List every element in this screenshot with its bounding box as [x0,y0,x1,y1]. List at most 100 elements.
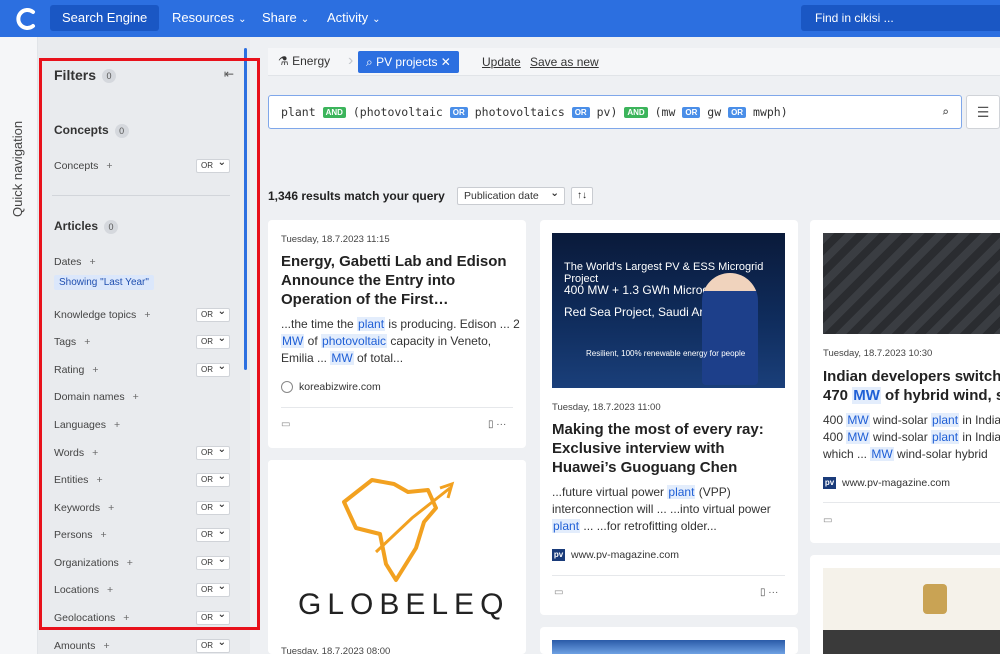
card-snippet: ...the time the plant is producing. Edis… [281,316,521,367]
result-card[interactable]: GLOBELEQ Tuesday, 18.7.2023 08:00 [268,460,526,654]
snippet-text: wind-solar [869,430,932,444]
quick-navigation-panel[interactable]: Quick navigation [0,37,38,654]
query-settings-button[interactable]: ☰ [966,95,1000,129]
divider [823,502,1000,503]
speaker-figure [702,273,758,385]
calendar-icon[interactable]: ▭ [823,515,832,526]
card-image[interactable] [823,568,1000,654]
card-source[interactable]: pv www.pv-magazine.com [823,477,950,490]
quick-navigation-label[interactable]: Quick navigation [10,121,25,217]
card-actions-icon[interactable]: ▯ ··· [488,419,506,430]
title-highlight: MW [852,387,881,404]
snippet-text: ...the time the [281,317,358,331]
query-term: pv) [596,105,618,119]
title-text: of hybrid wind, solar [885,387,1000,404]
app-logo-icon[interactable] [14,6,40,32]
nav-resources-menu[interactable]: Resources ⌄ [172,5,247,31]
operator-and: AND [322,106,346,118]
top-bar: Search Engine Resources ⌄ Share ⌄ Activity… [0,0,1000,37]
result-card[interactable]: Tuesday, 18.7.2023 11:15 Energy, Gabetti… [268,220,526,448]
search-icon: ⌕ [366,55,373,69]
nav-activity-menu[interactable]: Activity ⌄ [327,5,381,31]
energy-icon: ⚗ [278,54,289,68]
card-image[interactable] [552,640,785,654]
nav-share-label: Share [262,10,297,25]
card-source[interactable]: pv www.pv-magazine.com [552,549,679,562]
card-image[interactable]: GLOBELEQ [268,460,526,640]
snippet-highlight: MW [846,413,870,427]
save-as-new-link[interactable]: Save as new [530,55,599,69]
card-image[interactable]: The World's Largest PV & ESS Microgrid P… [552,233,785,388]
snippet-highlight: plant [931,430,960,444]
breadcrumb: ⚗ Energy › ⌕ PV projects ✕ Update Save a… [268,48,1000,76]
calendar-icon[interactable]: ▭ [554,587,563,598]
divider [281,407,513,408]
card-actions-icon[interactable]: ▯ ··· [760,587,778,598]
nav-resources-label: Resources [172,10,235,25]
snippet-highlight: plant [357,317,386,331]
crumb-separator-icon: › [348,52,354,69]
snippet-highlight: plant [667,485,696,499]
snippet-text: is producing. Edison ... 2 [385,317,520,331]
operator-or: OR [682,106,701,118]
card-image[interactable] [823,233,1000,334]
snippet-highlight: MW [330,351,354,365]
pv-magazine-icon: pv [823,477,836,490]
result-card[interactable]: The World's Largest PV & ESS Microgrid P… [540,220,798,615]
globe-icon [281,381,293,394]
crumb-energy-label: Energy [292,54,331,68]
update-link[interactable]: Update [482,55,521,69]
nav-search-engine[interactable]: Search Engine [50,5,160,31]
query-term: plant [281,105,316,119]
people-row [823,630,1000,654]
card-title[interactable]: Energy, Gabetti Lab and Edison Announce … [281,252,517,309]
crumb-energy[interactable]: ⚗ Energy [278,54,330,68]
image-text: The World's Largest PV & ESS Microgrid P… [564,261,764,285]
globeleq-logo-text: GLOBELEQ [298,588,510,621]
card-date: Tuesday, 18.7.2023 11:00 [552,402,661,413]
result-card[interactable] [810,555,1000,654]
chevron-down-icon: ⌄ [238,14,247,25]
card-source-label: www.pv-magazine.com [842,477,950,489]
or-select[interactable]: OR [196,637,230,653]
filter-label: Amounts [54,640,96,652]
africa-logo-icon [342,478,455,582]
snippet-text: 400 [823,413,847,427]
card-title-line: 470 MW of hybrid wind, solar [823,386,1000,405]
sort-direction-button[interactable]: ↑↓ [571,187,593,205]
operator-and: AND [624,106,648,118]
query-input[interactable]: plant AND (photovoltaic OR photovoltaics… [268,95,962,129]
calendar-icon[interactable]: ▭ [281,419,290,430]
pv-magazine-icon: pv [552,549,565,562]
nav-activity-label: Activity [327,10,369,25]
query-term: (photovoltaic [352,105,443,119]
emblem-icon [923,584,947,614]
card-source[interactable]: koreabizwire.com [281,381,381,394]
card-snippet: 400 MW wind-solar plant in India ... 400… [823,412,1000,463]
crumb-pv-projects-label: PV projects [376,55,438,69]
card-date: Tuesday, 18.7.2023 11:15 [281,234,390,245]
query-term: (mw [654,105,676,119]
query-term: gw [707,105,722,119]
image-text: Resilient, 100% renewable energy for peo… [586,349,746,358]
result-card[interactable]: Tuesday, 18.7.2023 10:30 Indian develope… [810,220,1000,543]
filter-row-amounts[interactable]: Amounts + OR [54,637,230,654]
snippet-highlight: photovoltaic [321,334,388,348]
snippet-text: of [304,334,322,348]
nav-share-menu[interactable]: Share ⌄ [262,5,309,31]
card-source-label: koreabizwire.com [299,381,381,393]
title-text: 470 [823,387,853,404]
snippet-highlight: MW [846,430,870,444]
crumb-pv-projects[interactable]: ⌕ PV projects ✕ [358,51,459,73]
sort-select[interactable]: Publication date [457,185,565,205]
find-input[interactable]: Find in cikisi ... [801,5,1000,31]
plus-icon[interactable]: + [103,640,109,652]
search-icon[interactable]: ⌕ [942,96,949,128]
snippet-text: ...future virtual power [552,485,668,499]
close-icon[interactable]: ✕ [441,55,451,69]
chevron-down-icon: ⌄ [372,14,381,25]
result-card[interactable] [540,627,798,654]
snippet-highlight: plant [552,519,581,533]
card-title[interactable]: Indian developers switch on470 MW of hyb… [823,367,1000,405]
card-title[interactable]: Making the most of every ray: Exclusive … [552,420,788,477]
